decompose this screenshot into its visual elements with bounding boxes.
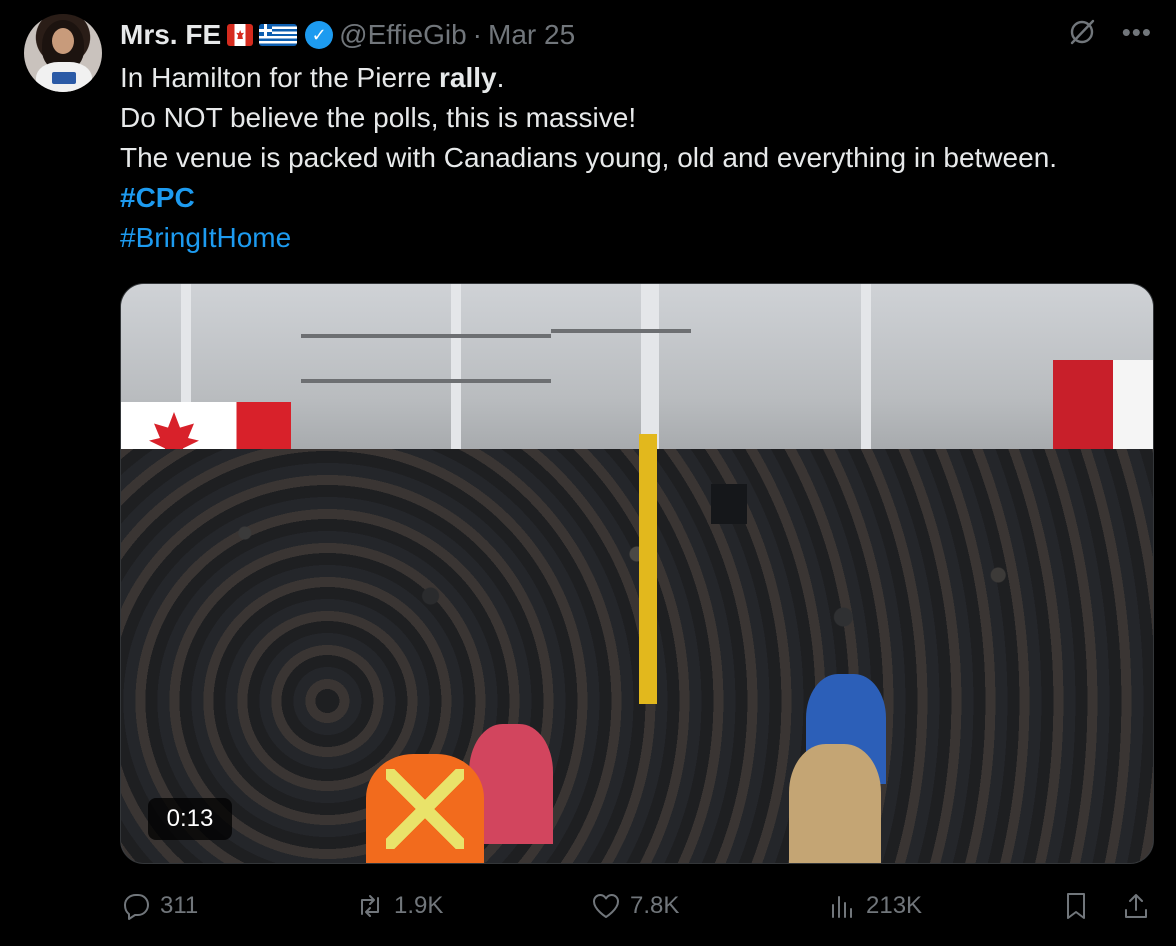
highlighted-word: rally [439,62,497,93]
repost-button[interactable]: 1.9K [354,890,443,922]
video-duration-badge: 0:13 [148,798,232,840]
like-count: 7.8K [630,892,680,919]
reply-count: 311 [160,892,199,919]
bookmark-icon [1067,893,1085,919]
hashtag-cpc[interactable]: #CPC [120,178,1160,218]
tweet-text: In Hamilton for the Pierre rally. Do NOT… [120,58,1160,258]
more-options-icon[interactable]: ••• [1122,19,1152,45]
verified-badge-icon[interactable]: ✓ [305,21,334,49]
like-button[interactable]: 7.8K [590,890,679,922]
greece-flag-icon [259,24,298,46]
reply-button[interactable]: 311 [120,890,198,922]
header-actions: ••• [1066,16,1152,48]
crowd-image [121,449,1153,863]
repost-count: 1.9K [394,892,444,919]
avatar[interactable] [24,14,102,92]
tweet-actions: 311 1.9K 7.8K 213K [120,890,1160,934]
tweet-line-1: In Hamilton for the Pierre rally. [120,62,505,93]
yellow-pole-image [639,434,657,704]
analytics-icon [832,896,852,918]
video-player[interactable] [120,283,1154,864]
speaker-image [711,484,747,524]
tweet-line-3: The venue is packed with Canadians young… [120,142,1058,173]
tweet-line-2: Do NOT believe the polls, this is massiv… [120,102,637,133]
views-count: 213K [866,892,923,919]
hashtag-bringithome[interactable]: #BringItHome [120,218,1160,258]
user-handle[interactable]: @EffieGib [339,19,467,51]
red-banner-image [1053,360,1153,460]
grok-icon[interactable] [1066,16,1098,48]
tweet-date[interactable]: Mar 25 [488,19,575,51]
orange-vest-image [366,754,484,863]
canada-flag-icon [227,24,254,46]
share-button[interactable] [1120,890,1152,922]
repost-icon [361,895,379,917]
tweet-header: Mrs. FE ✓ @EffieGib · Mar 25 [120,16,575,54]
display-name[interactable]: Mrs. FE [120,19,221,51]
heart-icon [593,894,619,918]
share-icon [1125,894,1147,918]
separator-dot: · [472,19,482,50]
bookmark-button[interactable] [1060,890,1092,922]
reply-icon [124,894,149,920]
views-button[interactable]: 213K [826,890,922,922]
